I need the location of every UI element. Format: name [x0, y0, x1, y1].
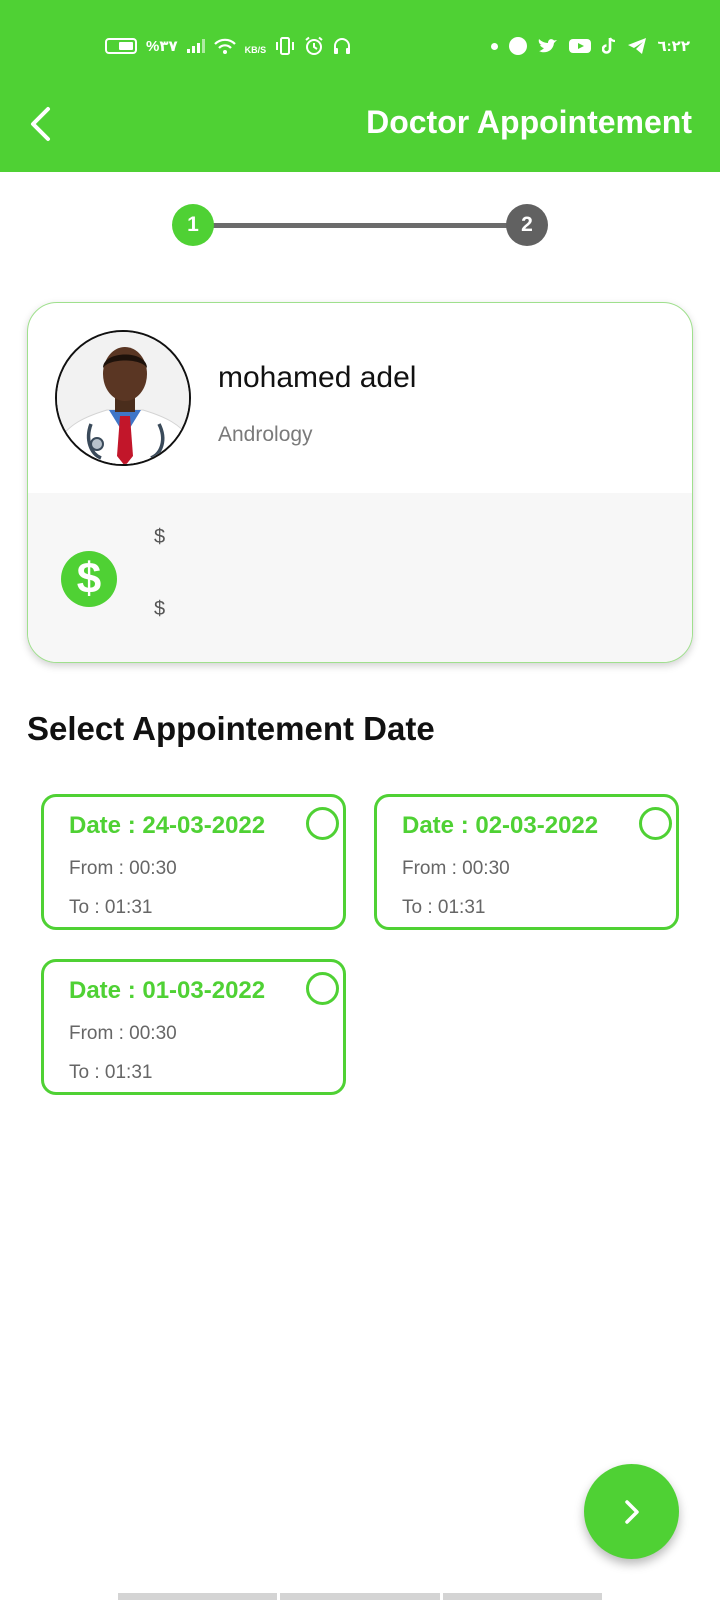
notification-dot-icon — [490, 42, 498, 50]
doctor-avatar — [55, 330, 191, 466]
clock-time: ٦:٢٢ — [657, 38, 690, 55]
page-title: Doctor Appointement — [366, 104, 692, 140]
slot-from-time: From : 00:30 — [69, 858, 177, 879]
slot-date: Date : 02-03-2022 — [402, 812, 599, 839]
tiktok-icon — [601, 37, 615, 54]
doctor-name: mohamed adel — [218, 361, 417, 394]
chevron-left-icon — [31, 107, 50, 141]
wifi-icon — [213, 38, 236, 54]
status-right: ٦:٢٢ — [490, 30, 690, 62]
appointment-slot-card[interactable]: Date : 24-03-2022 From : 00:30 To : 01:3… — [41, 794, 346, 930]
youtube-icon — [568, 39, 591, 53]
slot-date: Date : 01-03-2022 — [69, 977, 266, 1004]
signal-icon — [186, 39, 205, 53]
app-bar: %٣٧ KB/S ٦:٢٢ Doctor Appointement — [0, 0, 720, 172]
price-value-2: $ — [154, 598, 166, 620]
doctor-specialty: Andrology — [218, 423, 313, 446]
slot-radio-button[interactable] — [306, 972, 339, 1005]
nav-segment — [442, 1593, 602, 1600]
progress-stepper: 1 2 — [172, 204, 548, 246]
stepper-connector — [193, 223, 527, 228]
chevron-right-icon — [624, 1499, 639, 1524]
twitter-icon — [538, 39, 557, 53]
appointment-section-title: Select Appointement Date — [27, 710, 435, 747]
battery-icon — [105, 38, 137, 54]
slot-radio-button[interactable] — [639, 807, 672, 840]
status-bar: %٣٧ KB/S ٦:٢٢ — [0, 30, 720, 62]
system-navigation-bar — [118, 1593, 602, 1600]
slot-from-time: From : 00:30 — [402, 858, 510, 879]
slot-date: Date : 24-03-2022 — [69, 812, 266, 839]
step-2-indicator: 2 — [506, 204, 548, 246]
slot-to-time: To : 01:31 — [69, 897, 153, 918]
facebook-icon — [508, 37, 527, 55]
nav-segment — [118, 1593, 278, 1600]
slot-to-time: To : 01:31 — [402, 897, 486, 918]
vibrate-icon — [276, 37, 295, 55]
nav-segment — [280, 1593, 440, 1600]
back-button[interactable] — [18, 100, 62, 148]
headset-icon — [334, 38, 351, 54]
status-left: %٣٧ KB/S — [105, 30, 351, 62]
dollar-icon: $ — [61, 551, 117, 607]
battery-percent: %٣٧ — [146, 38, 178, 55]
alarm-icon — [305, 36, 323, 55]
network-speed-unit: KB/S — [244, 45, 267, 55]
slot-from-time: From : 00:30 — [69, 1023, 177, 1044]
telegram-icon — [627, 38, 646, 54]
slot-to-time: To : 01:31 — [69, 1062, 153, 1083]
appointment-slot-card[interactable]: Date : 01-03-2022 From : 00:30 To : 01:3… — [41, 959, 346, 1095]
step-1-indicator: 1 — [172, 204, 214, 246]
appointment-slot-card[interactable]: Date : 02-03-2022 From : 00:30 To : 01:3… — [374, 794, 679, 930]
slot-radio-button[interactable] — [306, 807, 339, 840]
price-value-1: $ — [154, 526, 166, 548]
price-section: $ $ $ — [28, 493, 692, 662]
doctor-card: mohamed adel Andrology $ $ $ — [27, 302, 693, 663]
next-button[interactable] — [584, 1464, 679, 1559]
